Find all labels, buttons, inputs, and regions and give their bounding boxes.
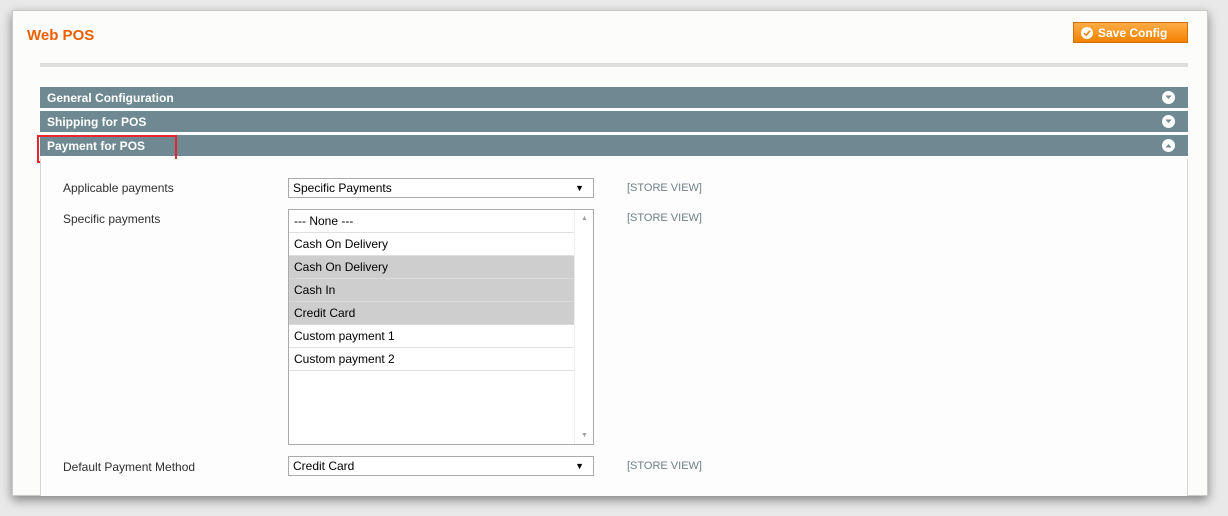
section-shipping-for-pos[interactable]: Shipping for POS (40, 111, 1188, 133)
applicable-payments-label: Applicable payments (63, 181, 174, 195)
payment-section-body (40, 159, 1188, 496)
dropdown-arrow-icon: ▼ (575, 183, 584, 193)
default-payment-method-label: Default Payment Method (63, 460, 196, 474)
list-item[interactable]: Custom payment 1 (289, 325, 575, 348)
list-item[interactable]: Custom payment 2 (289, 348, 575, 371)
applicable-payments-select[interactable]: Specific Payments ▼ (288, 178, 594, 198)
chevron-down-circle-icon[interactable] (1162, 115, 1175, 128)
list-item[interactable]: Cash On Delivery (289, 256, 575, 279)
section-payment-for-pos[interactable]: Payment for POS (40, 135, 1188, 157)
scroll-up-icon[interactable]: ▲ (581, 215, 588, 222)
selected-value: Credit Card (293, 459, 355, 473)
scope-label: [STORE VIEW] (627, 212, 702, 224)
specific-payments-label: Specific payments (63, 212, 161, 226)
section-label: Shipping for POS (47, 114, 147, 129)
title-divider (40, 63, 1188, 67)
scrollbar[interactable]: ▲ ▼ (574, 210, 593, 444)
dropdown-arrow-icon: ▼ (575, 461, 584, 471)
save-config-label: Save Config (1098, 25, 1168, 40)
list-item[interactable]: Cash In (289, 279, 575, 302)
chevron-down-circle-icon[interactable] (1162, 91, 1175, 104)
specific-payments-multiselect[interactable]: --- None --- Cash On Delivery Cash On De… (288, 209, 594, 445)
save-config-button[interactable]: Save Config (1073, 22, 1188, 43)
scroll-down-icon[interactable]: ▼ (581, 432, 588, 439)
scope-label: [STORE VIEW] (627, 460, 702, 472)
chevron-up-circle-icon[interactable] (1162, 139, 1175, 152)
scope-label: [STORE VIEW] (627, 182, 702, 194)
option-list: --- None --- Cash On Delivery Cash On De… (289, 210, 575, 371)
list-item[interactable]: Credit Card (289, 302, 575, 325)
selected-value: Specific Payments (293, 181, 392, 195)
default-payment-method-select[interactable]: Credit Card ▼ (288, 456, 594, 476)
list-item[interactable]: --- None --- (289, 210, 575, 233)
section-general-configuration[interactable]: General Configuration (40, 87, 1188, 109)
page-title: Web POS (27, 27, 95, 44)
list-item[interactable]: Cash On Delivery (289, 233, 575, 256)
check-circle-icon (1081, 26, 1093, 39)
section-label: General Configuration (47, 90, 174, 105)
